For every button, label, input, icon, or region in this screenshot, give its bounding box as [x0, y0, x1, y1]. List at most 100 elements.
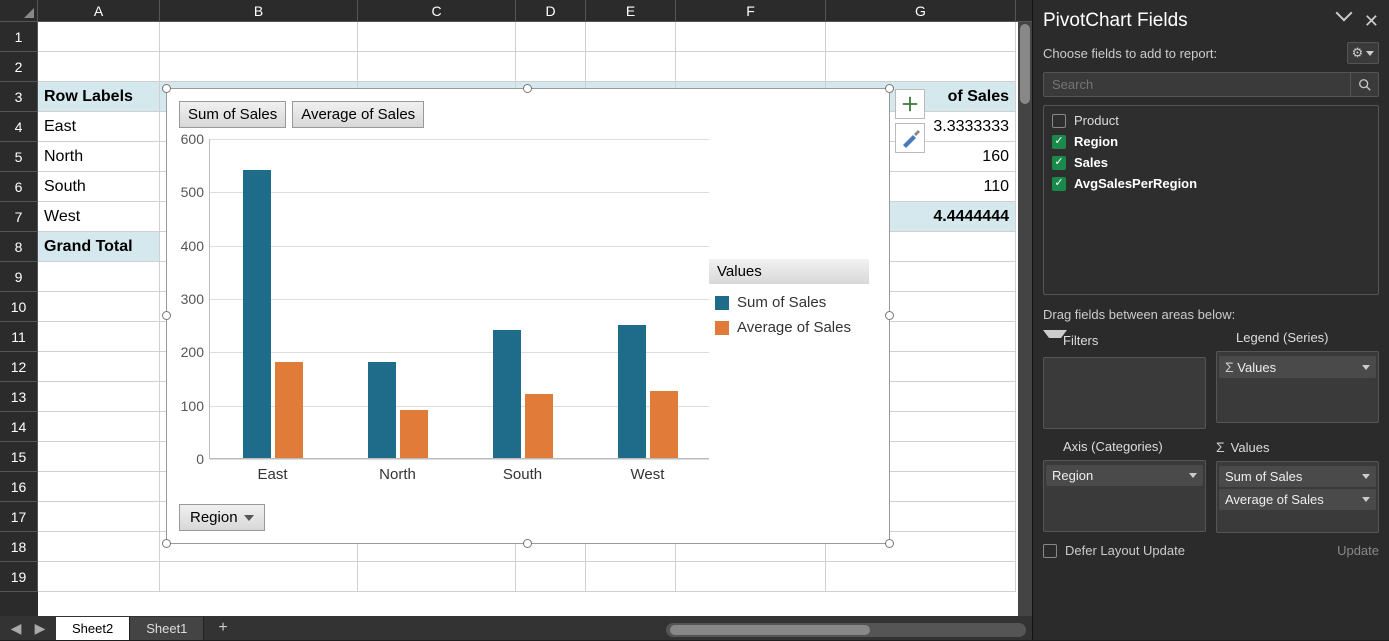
- bar-north-sum[interactable]: [368, 362, 396, 458]
- col-header-B[interactable]: B: [160, 0, 358, 21]
- axis-item-region[interactable]: Region: [1046, 465, 1203, 486]
- legend-item-avg[interactable]: Average of Sales: [715, 319, 863, 336]
- chart-elements-button[interactable]: [895, 89, 925, 119]
- chart-legend: Values Sum of Sales Average of Sales: [709, 259, 869, 344]
- col-header-F[interactable]: F: [676, 0, 826, 21]
- values-item-avg[interactable]: Average of Sales: [1219, 489, 1376, 510]
- field-product[interactable]: Product: [1044, 110, 1378, 131]
- bar-south-sum[interactable]: [493, 330, 521, 458]
- add-sheet-button[interactable]: +: [204, 615, 241, 641]
- field-label: Region: [1074, 134, 1118, 149]
- defer-layout-checkbox[interactable]: Defer Layout Update: [1043, 543, 1185, 558]
- row-header[interactable]: 7: [0, 202, 38, 232]
- vertical-scrollbar[interactable]: [1018, 22, 1032, 616]
- pane-options-icon[interactable]: [1335, 4, 1352, 21]
- row-header[interactable]: 17: [0, 502, 38, 532]
- cell-A3[interactable]: Row Labels: [38, 82, 160, 112]
- resize-handle[interactable]: [162, 539, 171, 548]
- row-header[interactable]: 11: [0, 322, 38, 352]
- values-drop-zone[interactable]: Sum of Sales Average of Sales: [1216, 461, 1379, 533]
- row-header[interactable]: 15: [0, 442, 38, 472]
- field-region[interactable]: Region: [1044, 131, 1378, 152]
- row-header[interactable]: 9: [0, 262, 38, 292]
- col-header-E[interactable]: E: [586, 0, 676, 21]
- field-search-input[interactable]: [1043, 72, 1351, 97]
- col-header-C[interactable]: C: [358, 0, 516, 21]
- chart-field-sum[interactable]: Sum of Sales: [179, 101, 286, 128]
- legend-drop-zone[interactable]: Σ Values: [1216, 351, 1379, 423]
- legend-item-sum[interactable]: Sum of Sales: [715, 294, 863, 311]
- pane-layout-button[interactable]: ⚙: [1347, 42, 1379, 64]
- axis-drop-zone[interactable]: Region: [1043, 460, 1206, 532]
- col-header-D[interactable]: D: [516, 0, 586, 21]
- checkbox-icon[interactable]: [1052, 135, 1066, 149]
- row-header[interactable]: 18: [0, 532, 38, 562]
- row-header[interactable]: 19: [0, 562, 38, 592]
- row-header[interactable]: 14: [0, 412, 38, 442]
- row-header[interactable]: 6: [0, 172, 38, 202]
- row-header[interactable]: 12: [0, 352, 38, 382]
- col-header-A[interactable]: A: [38, 0, 160, 21]
- bar-west-sum[interactable]: [618, 325, 646, 458]
- legend-area[interactable]: Legend (Series) Σ Values: [1216, 330, 1379, 429]
- resize-handle[interactable]: [885, 84, 894, 93]
- resize-handle[interactable]: [162, 311, 171, 320]
- bar-west-avg[interactable]: [650, 391, 678, 458]
- horizontal-scrollbar[interactable]: [666, 623, 1026, 637]
- values-item-sum[interactable]: Sum of Sales: [1219, 466, 1376, 487]
- resize-handle[interactable]: [162, 84, 171, 93]
- row-header[interactable]: 13: [0, 382, 38, 412]
- legend-item-values[interactable]: Σ Values: [1219, 356, 1376, 378]
- checkbox-icon[interactable]: [1052, 156, 1066, 170]
- column-headers: A B C D E F G: [0, 0, 1032, 22]
- plot-area: 0100200300400500600EastNorthSouthWest: [209, 139, 709, 459]
- prev-sheet-button[interactable]: ◀: [4, 620, 28, 637]
- resize-handle[interactable]: [885, 311, 894, 320]
- resize-handle[interactable]: [523, 84, 532, 93]
- resize-handle[interactable]: [523, 539, 532, 548]
- dropdown-icon: [244, 515, 254, 521]
- cell-A4[interactable]: East: [38, 112, 160, 142]
- axis-area[interactable]: Axis (Categories) Region: [1043, 439, 1206, 533]
- row-header[interactable]: 5: [0, 142, 38, 172]
- cell-A6[interactable]: South: [38, 172, 160, 202]
- bar-east-avg[interactable]: [275, 362, 303, 458]
- bar-north-avg[interactable]: [400, 410, 428, 458]
- next-sheet-button[interactable]: ▶: [28, 620, 52, 637]
- gear-icon: ⚙: [1352, 45, 1364, 61]
- bar-south-avg[interactable]: [525, 394, 553, 458]
- bar-east-sum[interactable]: [243, 170, 271, 458]
- update-button[interactable]: Update: [1337, 543, 1379, 558]
- filters-drop-zone[interactable]: [1043, 357, 1206, 429]
- pivotchart-fields-pane: PivotChart Fields ✕ Choose fields to add…: [1032, 0, 1389, 640]
- search-button[interactable]: [1351, 72, 1379, 97]
- row-header[interactable]: 10: [0, 292, 38, 322]
- checkbox-icon[interactable]: [1052, 114, 1066, 128]
- row-header[interactable]: 3: [0, 82, 38, 112]
- values-area[interactable]: ΣValues Sum of Sales Average of Sales: [1216, 439, 1379, 533]
- row-header[interactable]: 1: [0, 22, 38, 52]
- chart-styles-button[interactable]: [895, 123, 925, 153]
- field-label: Product: [1074, 113, 1119, 128]
- pivot-chart[interactable]: Sum of Sales Average of Sales 0100200300…: [166, 88, 890, 544]
- row-header[interactable]: 2: [0, 52, 38, 82]
- field-sales[interactable]: Sales: [1044, 152, 1378, 173]
- sheet-tab-sheet2[interactable]: Sheet2: [56, 617, 130, 640]
- field-avgsalesperregion[interactable]: AvgSalesPerRegion: [1044, 173, 1378, 194]
- resize-handle[interactable]: [885, 539, 894, 548]
- row-header[interactable]: 16: [0, 472, 38, 502]
- cell-A8[interactable]: Grand Total: [38, 232, 160, 262]
- chevron-down-icon: [1366, 51, 1374, 56]
- sheet-tab-sheet1[interactable]: Sheet1: [130, 617, 204, 640]
- chart-axis-field-region[interactable]: Region: [179, 504, 265, 531]
- col-header-G[interactable]: G: [826, 0, 1016, 21]
- checkbox-icon[interactable]: [1052, 177, 1066, 191]
- cell-A7[interactable]: West: [38, 202, 160, 232]
- row-header[interactable]: 4: [0, 112, 38, 142]
- filters-area[interactable]: Filters: [1043, 330, 1206, 429]
- close-pane-button[interactable]: ✕: [1364, 11, 1379, 32]
- row-header[interactable]: 8: [0, 232, 38, 262]
- cell-A5[interactable]: North: [38, 142, 160, 172]
- chart-field-avg[interactable]: Average of Sales: [292, 101, 424, 128]
- select-all-corner[interactable]: [0, 0, 38, 22]
